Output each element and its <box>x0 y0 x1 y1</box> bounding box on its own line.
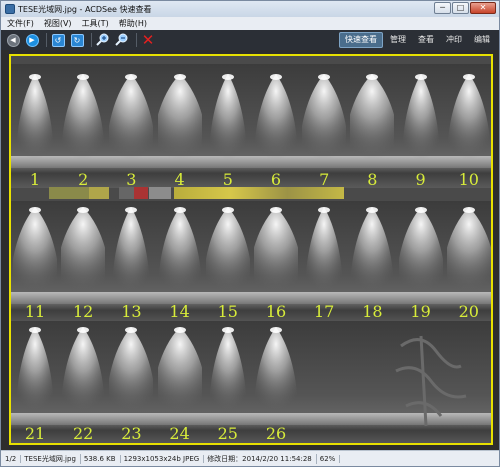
ies-number-label: 19 <box>410 302 431 321</box>
tab-view[interactable]: 查看 <box>413 32 439 48</box>
light-beam <box>254 321 298 431</box>
back-icon: ◀ <box>6 33 20 47</box>
light-beam <box>107 68 156 178</box>
ies-number-label: 1 <box>29 170 41 189</box>
title-bar: TESE光域网.jpg - ACDSee 快速查看 ─ □ ✕ <box>1 1 499 17</box>
ies-number-label: 17 <box>314 302 335 321</box>
ies-number-label: 25 <box>217 424 238 443</box>
light-beam <box>206 321 250 431</box>
ies-number-label: 14 <box>169 302 190 321</box>
ies-number-label: 7 <box>319 170 330 189</box>
toolbar-separator <box>136 33 137 47</box>
light-beam <box>203 201 253 311</box>
light-beam <box>254 68 298 178</box>
ies-number-label: 12 <box>73 302 94 321</box>
status-dimensions: 1293x1053x24b JPEG <box>124 454 205 463</box>
light-beam <box>107 321 156 431</box>
status-filename: TESE光域网.jpg <box>24 453 81 464</box>
window-controls: ─ □ ✕ <box>434 2 496 14</box>
ies-number-label: 22 <box>73 424 94 443</box>
ies-number-label: 3 <box>126 170 137 189</box>
toolbar: ◀ ▶ ↺ ↻ ✕ 快速查看 管理 查看 冲印 编辑 <box>1 30 499 50</box>
light-beam <box>61 321 105 431</box>
toolbar-separator <box>46 33 47 47</box>
scribble-marks <box>395 335 467 427</box>
light-beam <box>345 68 400 178</box>
light-beam <box>302 201 346 311</box>
menu-help[interactable]: 帮助(H) <box>119 18 147 29</box>
light-beam <box>13 68 57 178</box>
light-beam <box>158 201 202 311</box>
ies-number-label: 2 <box>78 170 89 189</box>
tab-quick-view[interactable]: 快速查看 <box>339 32 383 48</box>
rotate-left-icon: ↺ <box>51 33 65 47</box>
toolbar-separator <box>91 33 92 47</box>
light-beam <box>299 68 349 178</box>
light-beam <box>109 201 153 311</box>
light-beam <box>447 68 491 178</box>
ies-number-label: 11 <box>24 302 46 321</box>
ies-number-label: 8 <box>367 170 378 189</box>
light-beam <box>152 68 207 178</box>
ies-number-label: 15 <box>217 302 238 321</box>
mode-tabs: 快速查看 管理 查看 冲印 编辑 <box>339 32 495 48</box>
app-window: TESE光域网.jpg - ACDSee 快速查看 ─ □ ✕ 文件(F) 视图… <box>0 0 500 467</box>
delete-button[interactable]: ✕ <box>140 32 156 48</box>
minimize-button[interactable]: ─ <box>434 2 451 14</box>
maximize-button[interactable]: □ <box>452 2 469 14</box>
light-beam <box>61 68 105 178</box>
ies-number-label: 13 <box>121 302 142 321</box>
zoom-out-button[interactable] <box>114 32 130 48</box>
light-beam <box>13 321 57 431</box>
status-bar: 1/2 TESE光域网.jpg 538.6 KB 1293x1053x24b J… <box>1 450 499 466</box>
ies-number-label: 6 <box>270 170 282 189</box>
image-viewer[interactable]: 1 2 3 4 5 6 7 8 9 10 11 12 13 14 15 16 17 18 19 20 21 22 23 24 2… <box>1 50 499 450</box>
rotate-right-button[interactable]: ↻ <box>69 32 85 48</box>
forward-button[interactable]: ▶ <box>24 32 40 48</box>
status-modified: 修改日期：2014/2/20 11:54:28 <box>207 453 317 464</box>
tab-print[interactable]: 冲印 <box>441 32 467 48</box>
close-button[interactable]: ✕ <box>470 2 496 14</box>
light-beam <box>152 321 207 431</box>
status-index: 1/2 <box>5 454 22 463</box>
back-button[interactable]: ◀ <box>5 32 21 48</box>
ies-number-label: 4 <box>174 170 185 189</box>
light-beam <box>11 201 60 311</box>
menu-bar: 文件(F) 视图(V) 工具(T) 帮助(H) <box>1 17 499 30</box>
light-beam <box>350 201 394 311</box>
zoom-out-icon <box>115 33 128 46</box>
menu-tools[interactable]: 工具(T) <box>82 18 109 29</box>
ies-number-label: 9 <box>415 170 426 189</box>
ies-number-label: 18 <box>362 302 383 321</box>
ies-number-label: 10 <box>458 170 479 189</box>
status-zoom[interactable]: 62% <box>320 454 341 463</box>
light-beam <box>206 68 250 178</box>
status-size: 538.6 KB <box>84 454 121 463</box>
ies-number-label: 21 <box>24 424 46 443</box>
menu-view[interactable]: 视图(V) <box>44 18 72 29</box>
tab-edit[interactable]: 编辑 <box>469 32 495 48</box>
tab-manage[interactable]: 管理 <box>385 32 411 48</box>
ies-number-label: 24 <box>169 424 190 443</box>
ies-number-label: 23 <box>121 424 142 443</box>
ies-number-label: 26 <box>265 424 287 443</box>
ies-number-label: 5 <box>222 170 233 189</box>
light-beam <box>399 68 443 178</box>
forward-icon: ▶ <box>25 33 39 47</box>
image-canvas[interactable]: 1 2 3 4 5 6 7 8 9 10 11 12 13 14 15 16 17 18 19 20 21 22 23 24 2… <box>9 54 493 445</box>
zoom-in-icon <box>96 33 109 46</box>
light-beam <box>248 201 304 311</box>
zoom-in-button[interactable] <box>95 32 111 48</box>
light-beam <box>441 201 491 311</box>
rotate-left-button[interactable]: ↺ <box>50 32 66 48</box>
rotate-right-icon: ↻ <box>70 33 84 47</box>
ies-number-label: 20 <box>458 302 479 321</box>
ies-number-label: 16 <box>265 302 287 321</box>
light-beam <box>55 201 111 311</box>
light-beam <box>396 201 445 311</box>
menu-file[interactable]: 文件(F) <box>7 18 34 29</box>
window-title: TESE光域网.jpg - ACDSee 快速查看 <box>18 4 152 14</box>
delete-icon: ✕ <box>141 31 155 49</box>
acdsee-app-icon <box>5 4 15 14</box>
